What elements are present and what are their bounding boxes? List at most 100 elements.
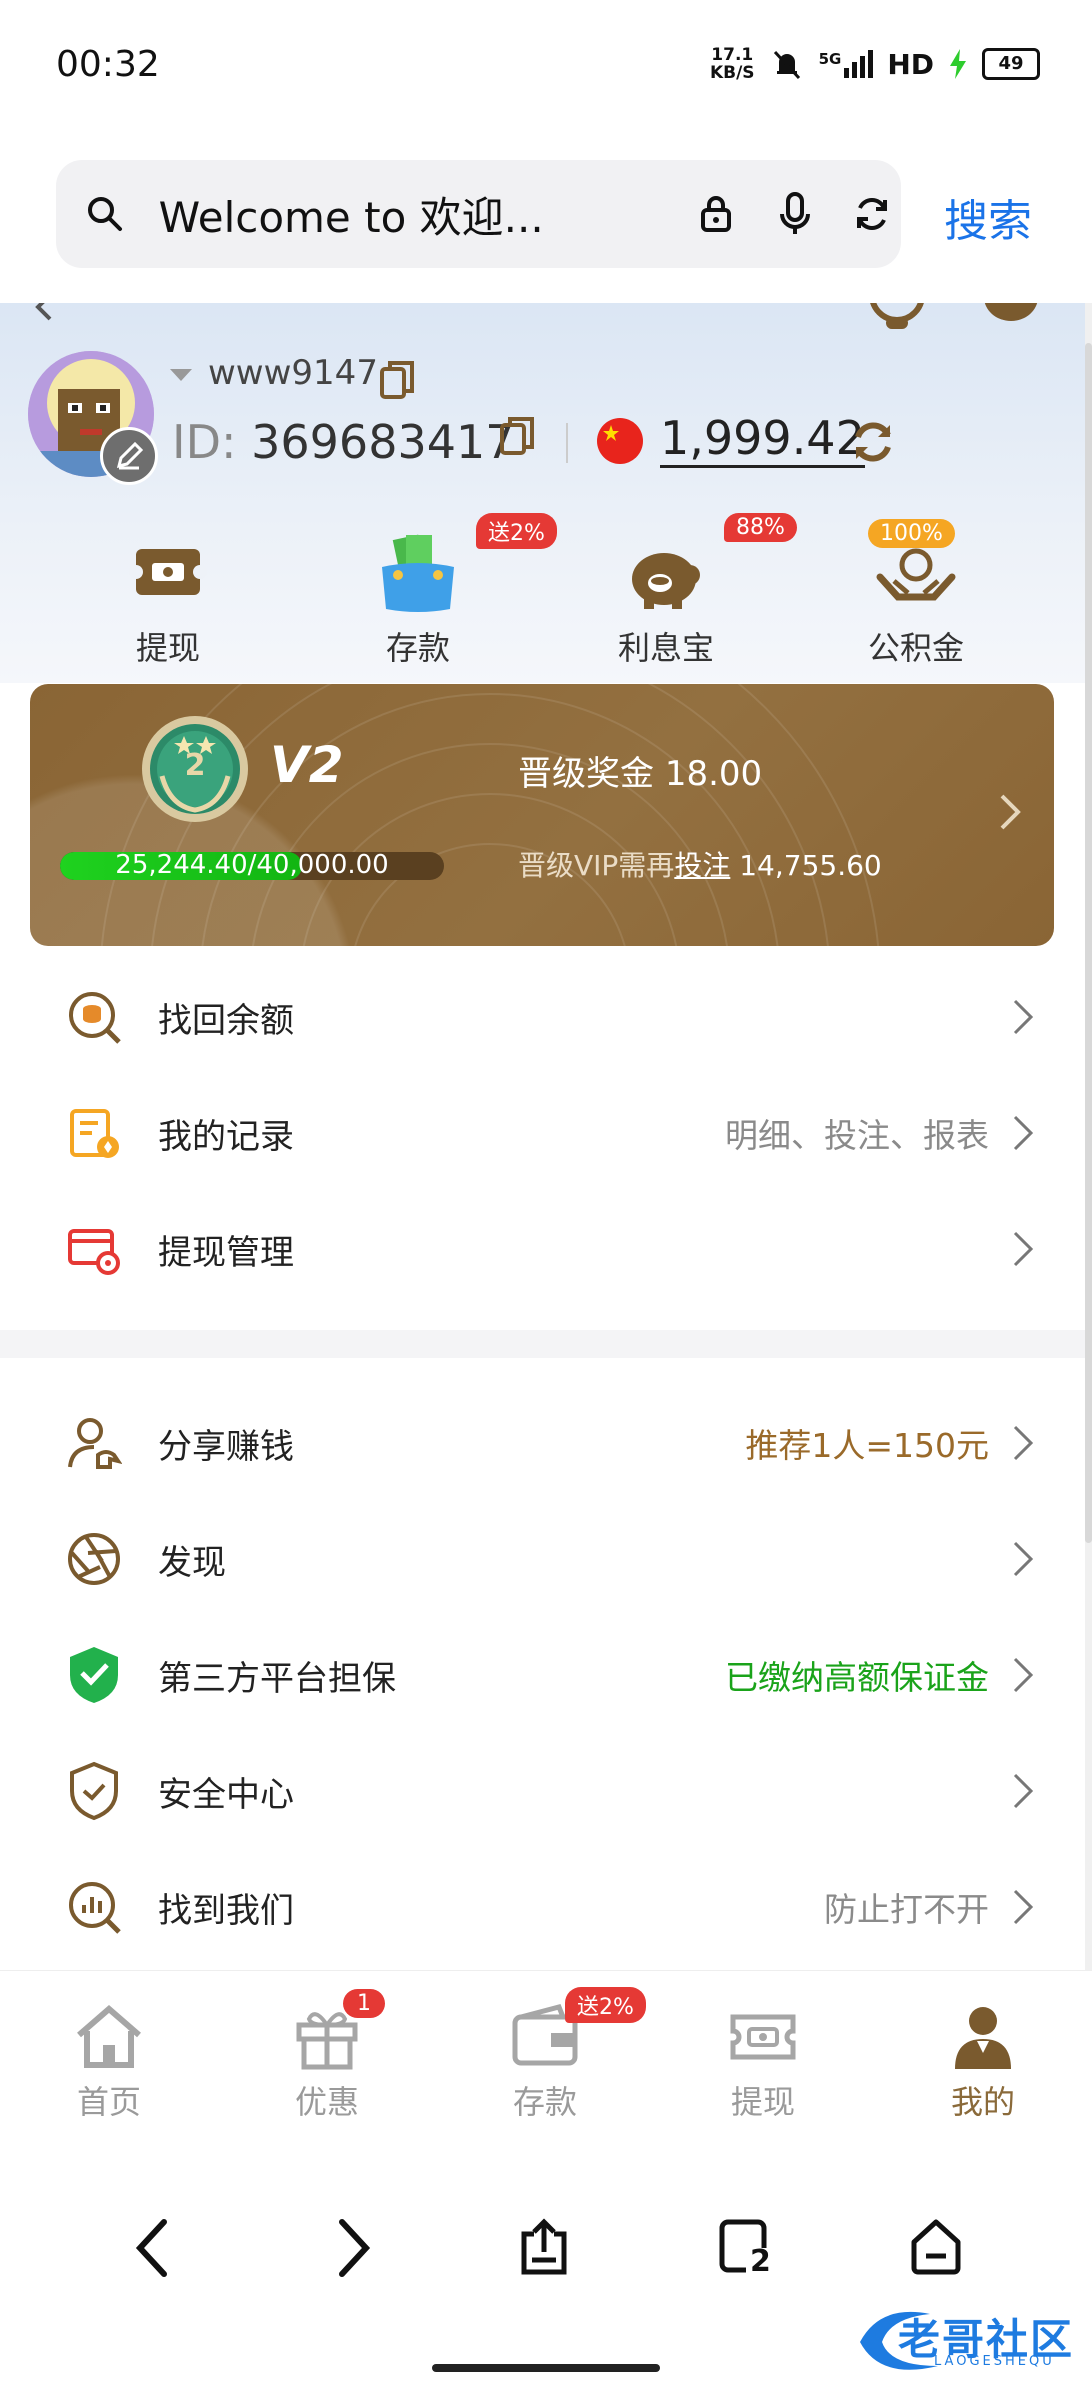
status-icons: 17.1 KB/S 5G HD 49 [710, 46, 1040, 82]
lock-icon[interactable] [687, 184, 746, 244]
search-chart-icon [62, 1875, 126, 1939]
url-text[interactable]: Welcome to 欢迎... [159, 184, 667, 245]
menu-my-records[interactable]: 我的记录 明细、投注、报表 [0, 1075, 1085, 1191]
vip-medal-icon: 2 [140, 714, 250, 824]
menu-share-earn[interactable]: 分享赚钱 推荐1人=150元 [0, 1385, 1085, 1501]
message-icon[interactable] [982, 303, 1040, 331]
tab-count: 2 [750, 2244, 771, 2279]
menu-recover-balance[interactable]: 找回余额 [0, 959, 1085, 1075]
menu-hint: 推荐1人=150元 [745, 1426, 989, 1465]
user-id: ID: 369683417 [172, 415, 515, 469]
user-share-icon [62, 1411, 126, 1475]
battery-icon: 49 [982, 48, 1040, 80]
status-time: 00:32 [56, 44, 160, 85]
mute-icon [773, 50, 800, 80]
customer-service-icon[interactable] [866, 303, 928, 335]
piggy-bank-icon: 88% [624, 513, 797, 615]
back-icon[interactable] [30, 303, 60, 323]
vip-level: V2 [270, 736, 344, 794]
caret-down-icon[interactable] [170, 369, 192, 383]
home-nav-icon[interactable] [906, 2216, 966, 2276]
refresh-icon[interactable] [842, 184, 901, 244]
quick-action-interest[interactable]: 88% 利息宝 [581, 513, 797, 669]
menu-withdraw-management[interactable]: 提现管理 [0, 1191, 1085, 1307]
url-bar[interactable]: Welcome to 欢迎... [56, 160, 901, 268]
hand-coin-icon: 100% [868, 519, 958, 615]
microphone-icon[interactable] [766, 184, 825, 244]
charging-icon [950, 49, 966, 79]
tab-mine[interactable]: 我的 [874, 2001, 1092, 2123]
deposit-tab-badge: 送2% [565, 1987, 646, 2023]
vip-bonus: 晋级奖金 18.00 [518, 754, 763, 794]
chevron-right-icon [1003, 1114, 1043, 1152]
fund-badge: 100% [868, 519, 955, 548]
scrollbar[interactable] [1085, 303, 1092, 1970]
divider [566, 423, 568, 463]
signal-icon: 5G [819, 50, 874, 78]
tab-deposit[interactable]: 送2% 存款 [436, 1987, 654, 2123]
forward-arrow-icon[interactable] [334, 2216, 374, 2280]
green-shield-icon [62, 1643, 126, 1707]
menu-label: 找回余额 [158, 1000, 294, 1041]
menu-discover[interactable]: 发现 [0, 1501, 1085, 1617]
menu-label: 安全中心 [158, 1774, 294, 1815]
withdraw-ticket-icon [126, 531, 210, 615]
interest-badge: 88% [724, 513, 797, 542]
menu-label: 分享赚钱 [158, 1426, 294, 1467]
menu-label: 发现 [158, 1542, 226, 1583]
hd-label: HD [887, 47, 934, 81]
bet-link[interactable]: 投注 [674, 849, 730, 882]
chevron-right-icon [1003, 1772, 1043, 1810]
section-divider [0, 1330, 1085, 1358]
coin-search-icon [62, 985, 126, 1049]
net-speed: 17.1 KB/S [709, 45, 755, 83]
share-icon[interactable] [514, 2216, 574, 2276]
wallet-icon: 送2% [509, 1987, 646, 2073]
deposit-bonus-badge: 送2% [476, 513, 557, 549]
vip-card[interactable]: 2 V2 晋级奖金 18.00 25,244.40/40,000.00 晋级VI… [30, 684, 1054, 946]
quick-action-fund[interactable]: 100% 公积金 [831, 519, 1001, 669]
chevron-right-icon [1003, 998, 1043, 1036]
back-arrow-icon[interactable] [132, 2216, 172, 2280]
search-button[interactable]: 搜索 [944, 185, 1032, 249]
menu-hint: 已缴纳高额保证金 [725, 1658, 989, 1697]
chevron-right-icon [1003, 1540, 1043, 1578]
quick-action-deposit[interactable]: 送2% 存款 [333, 513, 557, 669]
vip-requirement: 晋级VIP需再投注 14,755.60 [518, 849, 882, 882]
chevron-right-icon [1003, 1424, 1043, 1462]
tabs-button[interactable]: 2 [716, 2216, 776, 2279]
profile-header: www9147 ID: 369683417 1,999.42 提现 送2% 存款… [0, 303, 1085, 683]
web-page: www9147 ID: 369683417 1,999.42 提现 送2% 存款… [0, 303, 1085, 1970]
vip-medal-number: 2 [184, 748, 206, 783]
ticket-icon [727, 2001, 799, 2073]
watermark-logo: 老哥社区 LAOGESHEQU [850, 2300, 1080, 2378]
tab-withdraw[interactable]: 提现 [654, 2001, 872, 2123]
status-bar: 00:32 17.1 KB/S 5G HD 49 [0, 0, 1092, 140]
vip-progress-text: 25,244.40/40,000.00 [115, 850, 389, 880]
card-settings-icon [62, 1217, 126, 1281]
aperture-icon [62, 1527, 126, 1591]
chevron-right-icon [1003, 1230, 1043, 1268]
record-doc-icon [62, 1101, 126, 1165]
gift-icon: 1 [291, 1989, 385, 2073]
scrollbar-thumb[interactable] [1085, 343, 1092, 1543]
gesture-home-bar[interactable] [432, 2364, 660, 2372]
copy-username-icon[interactable] [378, 359, 416, 401]
refresh-balance-icon[interactable] [850, 419, 896, 465]
menu-hint: 明细、投注、报表 [725, 1116, 989, 1155]
copy-id-icon[interactable] [498, 415, 536, 457]
edit-avatar-button[interactable] [100, 427, 158, 485]
tab-promotions[interactable]: 1 优惠 [218, 1989, 436, 2123]
wallet-money-icon: 送2% [376, 513, 557, 615]
menu-label: 我的记录 [158, 1116, 294, 1157]
quick-action-withdraw[interactable]: 提现 [83, 531, 253, 669]
china-flag-icon [597, 418, 643, 464]
user-icon [947, 2001, 1019, 2073]
menu-label: 找到我们 [158, 1890, 294, 1931]
promotions-badge: 1 [343, 1989, 385, 2018]
menu-find-us[interactable]: 找到我们 防止打不开 [0, 1849, 1085, 1965]
username: www9147 [208, 353, 378, 393]
menu-security-center[interactable]: 安全中心 [0, 1733, 1085, 1849]
tab-home[interactable]: 首页 [0, 2001, 218, 2123]
menu-third-party-guarantee[interactable]: 第三方平台担保 已缴纳高额保证金 [0, 1617, 1085, 1733]
